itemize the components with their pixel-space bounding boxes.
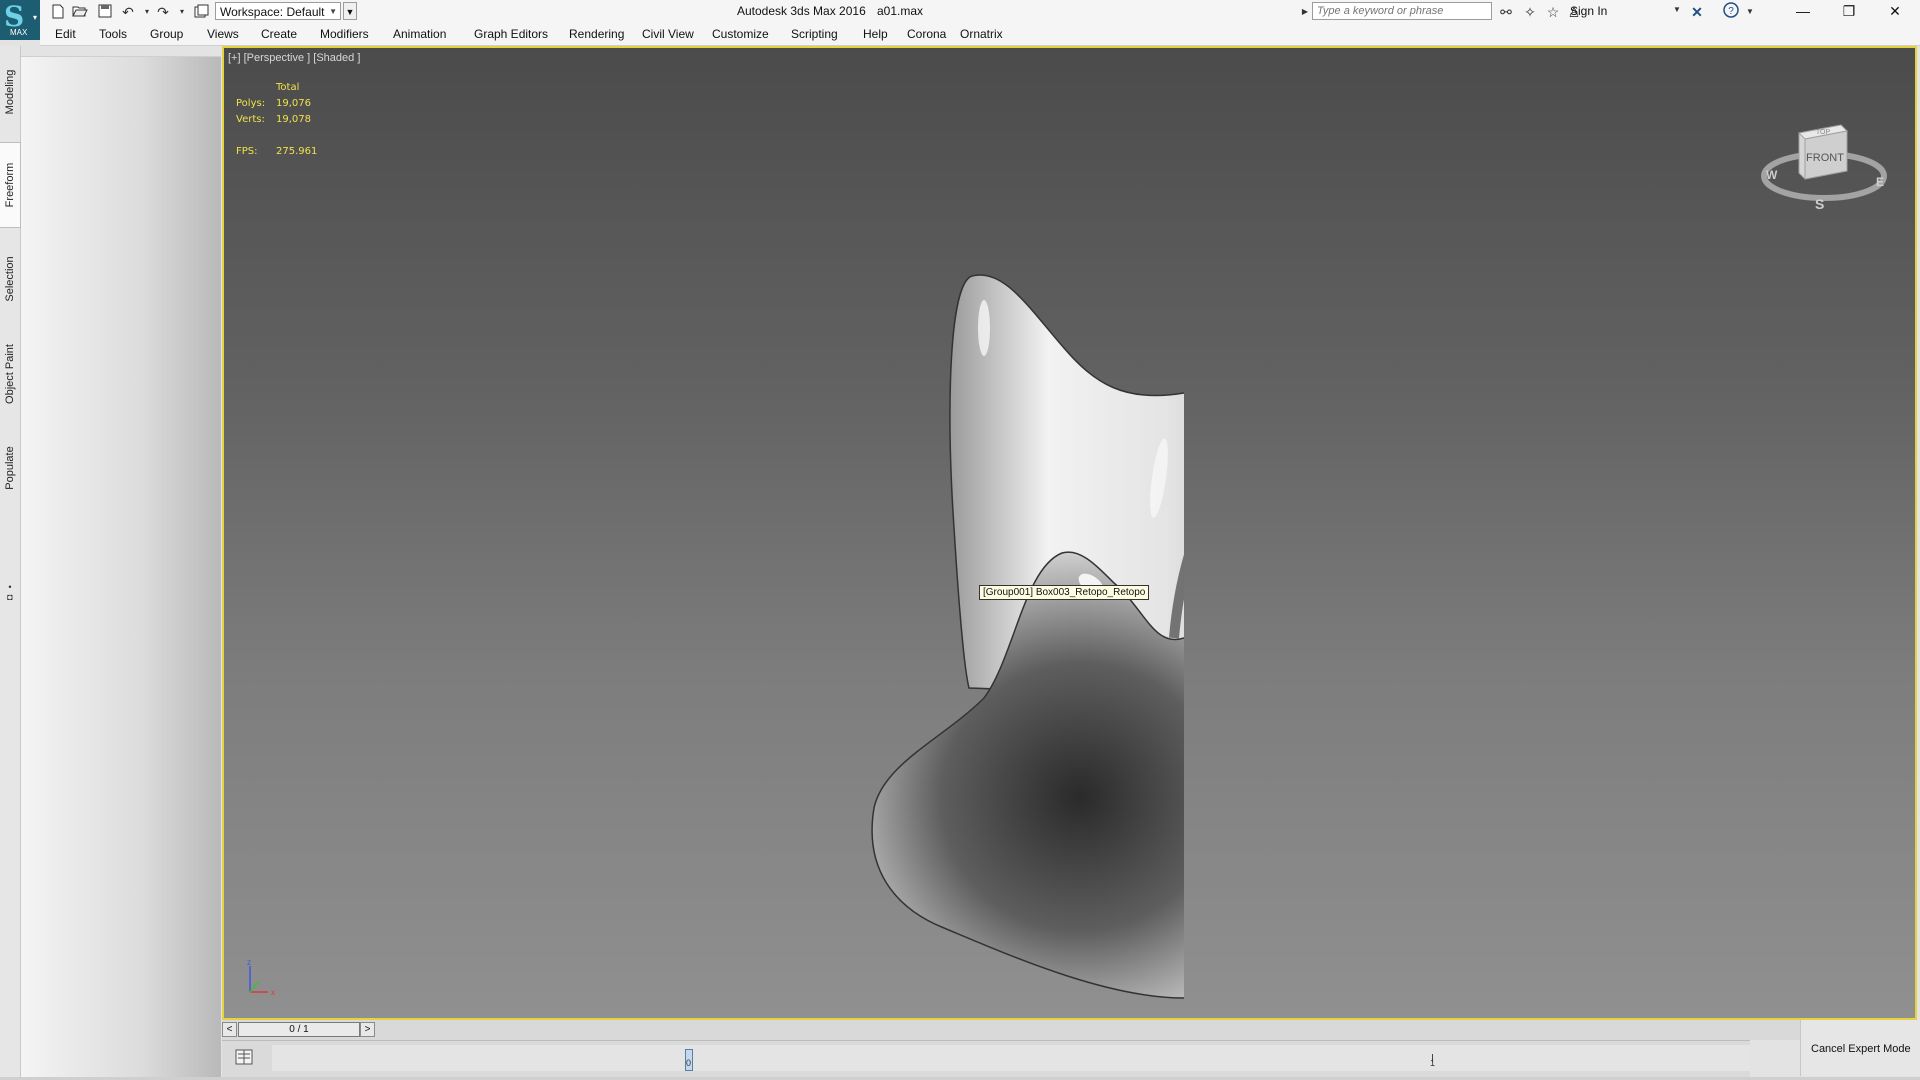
svg-text:?: ? (1728, 6, 1734, 17)
undo-icon[interactable]: ↶ (118, 2, 138, 22)
title-bar: S MAX ▾ ↶ ▾ ↷ ▾ Workspace: Default ▼ ▼ A… (0, 0, 1920, 40)
axis-z-label: z (247, 958, 251, 967)
chevron-down-icon: ▼ (329, 7, 337, 16)
compass-west[interactable]: W (1766, 168, 1778, 182)
redo-dropdown-icon[interactable]: ▾ (172, 2, 192, 22)
mini-curve-editor-icon[interactable] (234, 1047, 254, 1067)
new-file-icon[interactable] (48, 2, 68, 22)
menu-create[interactable]: Create (261, 27, 297, 41)
menu-help[interactable]: Help (863, 27, 888, 41)
binoculars-icon[interactable]: ⚯ (1496, 2, 1516, 22)
menu-animation[interactable]: Animation (393, 27, 446, 41)
fps-value: 275.961 (276, 146, 318, 157)
chevron-down-icon: ▾ (32, 13, 37, 22)
search-input[interactable] (1312, 2, 1492, 20)
menu-edit[interactable]: Edit (55, 27, 76, 41)
ribbon-tab-selection[interactable]: Selection (0, 236, 20, 322)
quick-access-customize-button[interactable]: ▼ (343, 2, 357, 20)
project-folder-icon[interactable] (191, 2, 211, 22)
compass-east[interactable]: E (1876, 175, 1884, 189)
menu-graph-editors[interactable]: Graph Editors (474, 27, 548, 41)
menu-rendering[interactable]: Rendering (569, 27, 624, 41)
ribbon-tab-label: Populate (4, 446, 16, 490)
expert-mode-panel: Cancel Expert Mode (1800, 1020, 1920, 1076)
object-tooltip: [Group001] Box003_Retopo_Retopo (979, 585, 1150, 600)
cancel-expert-mode-button[interactable]: Cancel Expert Mode (1811, 1043, 1911, 1055)
menu-scripting[interactable]: Scripting (791, 27, 838, 41)
polys-value: 19,076 (276, 98, 311, 109)
save-icon[interactable] (95, 2, 115, 22)
close-button[interactable]: ✕ (1872, 0, 1918, 24)
frame-label-end: 1 (1430, 1058, 1436, 1068)
ribbon-tab-populate[interactable]: Populate (0, 426, 20, 510)
viewcube-top-face[interactable]: TOP (1816, 129, 1831, 136)
time-slider-prev-button[interactable]: < (222, 1022, 237, 1037)
frame-label-start: 0 (686, 1058, 692, 1068)
favorites-star-icon[interactable]: ☆ (1543, 2, 1563, 22)
axis-x-label: x (271, 988, 275, 997)
command-panel[interactable] (21, 56, 221, 1078)
ribbon-tab-strip: Modeling Freeform Selection Object Paint… (0, 46, 21, 1077)
ribbon-tab-label: Object Paint (4, 344, 16, 404)
sign-in-button[interactable]: Sign In (1570, 4, 1607, 18)
logo-label: MAX (10, 28, 28, 37)
ribbon-tab-label: Selection (4, 256, 16, 302)
time-slider-thumb[interactable]: 0 / 1 (238, 1022, 360, 1037)
ribbon-tab-label: Freeform (4, 162, 16, 208)
compass-south[interactable]: S (1815, 196, 1824, 212)
ribbon-tab-object-paint[interactable]: Object Paint (0, 332, 20, 416)
ribbon-tab-freeform[interactable]: Freeform (0, 142, 21, 228)
ribbon-minimize-icon[interactable]: • ◘ (5, 582, 15, 604)
file-title: a01.max (877, 4, 924, 18)
ribbon-tab-label: Modeling (4, 69, 16, 115)
shaded-mesh-object[interactable] (644, 88, 1184, 1008)
track-bar: 0 1 (222, 1040, 1750, 1077)
viewport-label-menu[interactable]: [+] [Perspective ] [Shaded ] (228, 52, 360, 64)
track-area[interactable]: 0 1 (272, 1045, 1750, 1071)
minimize-button[interactable]: — (1780, 0, 1826, 24)
viewcube-front-face[interactable]: FRONT (1806, 152, 1844, 164)
search-expand-icon[interactable]: ▶ (1299, 2, 1311, 22)
perspective-viewport[interactable]: [+] [Perspective ] [Shaded ] Total Polys… (222, 46, 1917, 1020)
menu-customize[interactable]: Customize (712, 27, 769, 41)
application-menu-button[interactable]: S MAX ▾ (0, 0, 40, 40)
subscription-icon[interactable]: ✧ (1520, 2, 1540, 22)
restore-button[interactable]: ❐ (1826, 0, 1872, 24)
fps-label: FPS: (236, 146, 258, 157)
menu-civil-view[interactable]: Civil View (642, 27, 694, 41)
time-slider: < 0 / 1 > (222, 1020, 1917, 1040)
menu-ornatrix[interactable]: Ornatrix (960, 27, 1003, 41)
axis-tripod-icon: z x (247, 958, 275, 997)
workspace-value: Workspace: Default (220, 5, 325, 19)
menu-views[interactable]: Views (207, 27, 239, 41)
polys-label: Polys: (236, 98, 266, 109)
redo-icon[interactable]: ↷ (153, 2, 173, 22)
workspace-dropdown[interactable]: Workspace: Default ▼ (215, 2, 341, 20)
verts-label: Verts: (236, 114, 265, 125)
menu-group[interactable]: Group (150, 27, 183, 41)
ribbon-tab-modeling[interactable]: Modeling (0, 54, 20, 130)
verts-value: 19,078 (276, 114, 311, 125)
menu-modifiers[interactable]: Modifiers (320, 27, 369, 41)
stats-header: Total (276, 82, 300, 93)
app-title: Autodesk 3ds Max 2016 (737, 4, 866, 18)
chevron-down-icon[interactable]: ▼ (1740, 2, 1760, 22)
exchange-x-icon[interactable]: ✕ (1687, 2, 1707, 22)
menu-bar: Edit Tools Group Views Create Modifiers … (40, 24, 1920, 46)
chevron-down-icon[interactable]: ▼ (1673, 5, 1681, 14)
viewcube-widget[interactable]: FRONT TOP W E S (1759, 103, 1889, 213)
time-slider-next-button[interactable]: > (360, 1022, 375, 1037)
menu-corona[interactable]: Corona (907, 27, 946, 41)
open-file-icon[interactable] (70, 2, 90, 22)
help-icon[interactable]: ? (1721, 2, 1741, 22)
menu-tools[interactable]: Tools (99, 27, 127, 41)
